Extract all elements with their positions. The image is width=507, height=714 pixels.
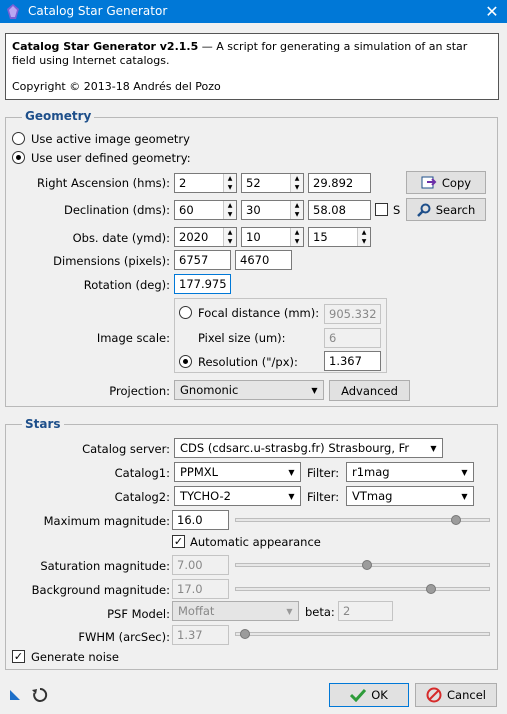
info-box: Catalog Star Generator v2.1.5 — A script… xyxy=(5,33,499,100)
resolution-field[interactable]: 1.367 xyxy=(324,351,381,371)
max-magnitude-label: Maximum magnitude: xyxy=(43,514,170,528)
fwhm-label: FWHM (arcSec): xyxy=(78,630,170,644)
copyright: Copyright © 2013-18 Andrés del Pozo xyxy=(12,80,221,93)
automatic-appearance-label: Automatic appearance xyxy=(190,535,321,549)
date-label: Obs. date (ymd): xyxy=(72,231,170,245)
advanced-button[interactable]: Advanced xyxy=(329,380,410,401)
copy-button[interactable]: Copy xyxy=(406,171,486,194)
fwhm-slider[interactable] xyxy=(235,632,490,636)
background-field[interactable]: 17.0 xyxy=(172,579,229,599)
beta-field[interactable]: 2 xyxy=(338,601,393,621)
filter2-select[interactable]: VTmag ▼ xyxy=(346,486,474,506)
catalog2-select[interactable]: TYCHO-2 ▼ xyxy=(174,486,301,506)
active-geometry-label: Use active image geometry xyxy=(31,132,190,146)
user-geometry-label: Use user defined geometry: xyxy=(31,151,191,165)
south-checkbox[interactable] xyxy=(375,203,388,216)
info-triangle-icon[interactable] xyxy=(9,689,21,701)
active-geometry-radio[interactable] xyxy=(12,132,25,145)
max-magnitude-slider-thumb[interactable] xyxy=(450,515,461,525)
dec-degrees-spinner[interactable]: 60 ▲ ▼ xyxy=(174,200,237,220)
ra-label: Right Ascension (hms): xyxy=(37,176,170,190)
chevron-down-icon: ▼ xyxy=(286,606,293,616)
title-bar: Catalog Star Generator ✕ xyxy=(0,0,507,23)
rotation-field[interactable]: 177.975 xyxy=(174,274,231,294)
filter1-label: Filter: xyxy=(307,466,340,480)
user-geometry-radio[interactable] xyxy=(12,151,25,164)
pixel-size-label: Pixel size (um): xyxy=(198,331,286,345)
chevron-down-icon: ▼ xyxy=(461,491,468,501)
catalog2-label: Catalog2: xyxy=(114,490,170,504)
background-slider[interactable] xyxy=(235,587,490,591)
automatic-appearance-checkbox[interactable]: ✓ xyxy=(172,535,185,548)
generate-noise-checkbox[interactable]: ✓ xyxy=(12,650,25,663)
saturation-label: Saturation magnitude: xyxy=(40,559,170,573)
projection-select[interactable]: Gnomonic ▼ xyxy=(174,380,324,400)
width-field[interactable]: 6757 xyxy=(174,250,231,270)
filter2-label: Filter: xyxy=(307,490,340,504)
fwhm-field[interactable]: 1.37 xyxy=(172,625,229,645)
resolution-label: Resolution ("/px): xyxy=(198,355,298,369)
saturation-field[interactable]: 7.00 xyxy=(172,555,229,575)
cancel-icon xyxy=(426,687,442,703)
catalog-server-label: Catalog server: xyxy=(82,442,170,456)
catalog1-label: Catalog1: xyxy=(114,466,170,480)
resolution-radio[interactable] xyxy=(179,355,192,368)
focal-distance-label: Focal distance (mm): xyxy=(198,306,320,320)
height-field[interactable]: 4670 xyxy=(235,250,292,270)
search-label: Search xyxy=(435,202,476,217)
generate-noise-label: Generate noise xyxy=(31,650,119,664)
max-magnitude-field[interactable]: 16.0 xyxy=(172,510,229,530)
copy-label: Copy xyxy=(441,175,472,190)
ra-seconds-field[interactable]: 29.892 xyxy=(308,173,371,193)
ok-button[interactable]: OK xyxy=(329,683,409,707)
ra-minutes-spinner[interactable]: 52 ▲ ▼ xyxy=(241,173,304,193)
date-year-spinner[interactable]: 2020 ▲ ▼ xyxy=(174,227,237,247)
dimensions-label: Dimensions (pixels): xyxy=(53,254,170,268)
chevron-down-icon: ▼ xyxy=(430,443,437,453)
focal-distance-field[interactable]: 905.332 xyxy=(324,304,381,324)
dec-seconds-field[interactable]: 58.08 xyxy=(308,200,371,220)
chevron-down-icon: ▼ xyxy=(288,467,295,477)
copy-icon xyxy=(421,176,437,188)
south-label: S xyxy=(393,203,401,217)
fwhm-slider-thumb[interactable] xyxy=(239,629,250,639)
catalog-server-select[interactable]: CDS (cdsarc.u-strasbg.fr) Strasbourg, Fr… xyxy=(174,438,443,458)
ra-hours-spinner[interactable]: 2 ▲ ▼ xyxy=(174,173,237,193)
cancel-button[interactable]: Cancel xyxy=(415,683,497,707)
geometry-title: Geometry xyxy=(22,109,95,123)
stars-title: Stars xyxy=(22,417,64,431)
app-icon xyxy=(7,4,19,19)
script-name: Catalog Star Generator v2.1.5 xyxy=(12,40,199,53)
background-label: Background magnitude: xyxy=(31,583,170,597)
pixel-size-field[interactable]: 6 xyxy=(324,328,381,348)
ok-label: OK xyxy=(371,688,388,702)
focal-distance-radio[interactable] xyxy=(179,306,192,319)
catalog1-select[interactable]: PPMXL ▼ xyxy=(174,462,301,482)
psf-model-select[interactable]: Moffat ▼ xyxy=(172,601,299,621)
date-day-spinner[interactable]: 15 ▲ ▼ xyxy=(308,227,371,247)
dec-minutes-spinner[interactable]: 30 ▲ ▼ xyxy=(241,200,304,220)
beta-label: beta: xyxy=(305,605,335,619)
rotation-label: Rotation (deg): xyxy=(83,278,170,292)
search-icon xyxy=(416,203,431,217)
chevron-down-icon: ▼ xyxy=(288,491,295,501)
filter1-select[interactable]: r1mag ▼ xyxy=(346,462,474,482)
search-button[interactable]: Search xyxy=(406,198,486,221)
chevron-down-icon: ▼ xyxy=(461,467,468,477)
psf-model-label: PSF Model: xyxy=(107,607,170,621)
dec-label: Declination (dms): xyxy=(63,203,170,217)
check-icon xyxy=(350,688,367,702)
close-icon[interactable]: ✕ xyxy=(477,0,507,23)
window-title: Catalog Star Generator xyxy=(28,4,168,18)
cancel-label: Cancel xyxy=(447,688,486,702)
image-scale-label: Image scale: xyxy=(96,331,170,345)
projection-label: Projection: xyxy=(109,384,170,398)
reset-icon[interactable] xyxy=(31,686,49,704)
chevron-down-icon: ▼ xyxy=(311,385,318,395)
date-month-spinner[interactable]: 10 ▲ ▼ xyxy=(241,227,304,247)
